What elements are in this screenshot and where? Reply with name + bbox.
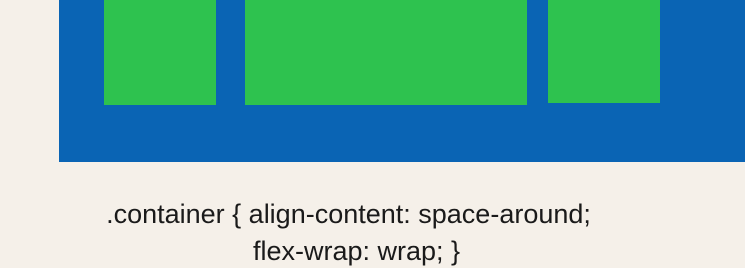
flex-item-2 [245, 0, 527, 105]
flex-item-3 [548, 0, 660, 103]
css-code-caption-line-2: flex-wrap: wrap; } [252, 236, 461, 266]
flex-item-1 [104, 0, 216, 105]
css-code-caption-line-1: .container { align-content: space-around… [106, 199, 591, 229]
flex-container-box [59, 0, 745, 162]
